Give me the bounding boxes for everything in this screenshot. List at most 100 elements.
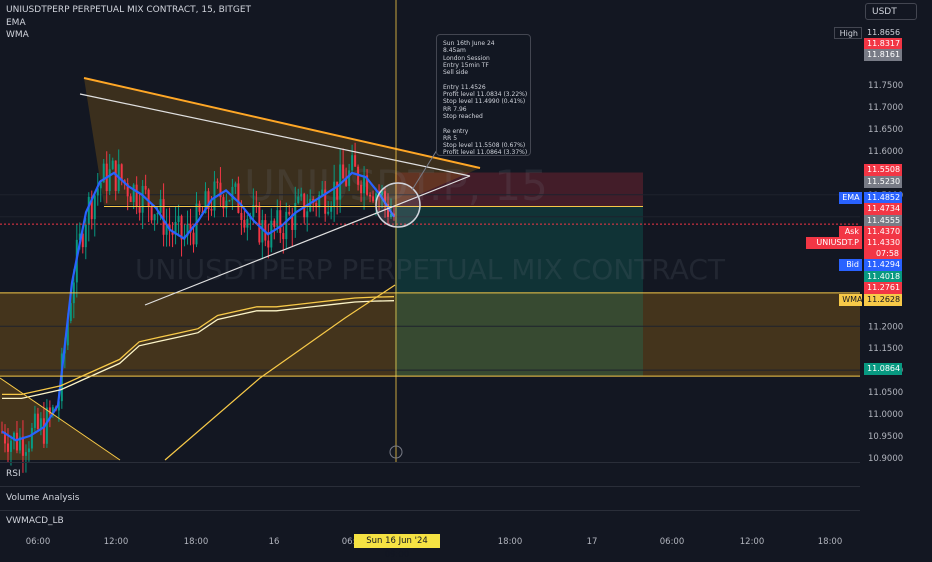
candle-body — [267, 240, 270, 248]
crosshair-time-label: Sun 16 Jun '24 09:00 — [354, 534, 440, 560]
y-tick-label: 11.7000 — [868, 103, 903, 113]
chart-title: UNIUSDTPERP PERPETUAL MIX CONTRACT, 15, … — [6, 5, 252, 15]
candle-body — [15, 432, 18, 451]
tooltip-line: Stop level 11.5508 (0.67%) — [443, 142, 526, 150]
price-tag-label: High — [833, 27, 862, 39]
tooltip-line: RR 7.96 — [443, 105, 467, 113]
x-tick-label: 06:00 — [26, 537, 51, 547]
candle-body — [132, 184, 135, 203]
y-tick-label: 10.9500 — [868, 432, 903, 442]
candle-body — [30, 427, 33, 449]
candle-body — [282, 233, 285, 240]
candle-body — [153, 214, 156, 221]
currency-button[interactable]: USDT — [865, 3, 917, 20]
price-tag-value: 11.2628 — [864, 294, 902, 306]
candle-body — [234, 183, 237, 187]
price-tag-value: 11.2761 — [864, 282, 902, 294]
candle-body — [93, 195, 96, 220]
tooltip-line: Sell side — [443, 69, 469, 77]
x-tick-label: 06:00 — [660, 537, 685, 547]
tooltip-line: Profit level 11.0834 (3.22%) — [443, 91, 528, 99]
price-tag-label: EMA — [839, 192, 862, 204]
x-tick-label: 12:00 — [740, 537, 765, 547]
price-tag-value: 11.4294 — [864, 259, 902, 271]
candle-body — [348, 170, 351, 186]
candle-body — [36, 413, 39, 430]
profit-zone — [395, 206, 643, 377]
candle-body — [279, 210, 282, 234]
indicator-wma-label[interactable]: WMA — [6, 30, 29, 40]
price-tag-label: Bid — [839, 259, 862, 271]
x-tick-label: 18:00 — [818, 537, 843, 547]
candle-body — [237, 183, 240, 213]
candle-body — [144, 185, 147, 190]
tooltip-line: 8.45am — [443, 47, 466, 55]
candle-body — [87, 196, 90, 225]
candle-body — [363, 175, 366, 194]
candle-body — [285, 211, 288, 240]
tooltip-line — [443, 76, 524, 83]
candle-body — [327, 211, 330, 214]
candle-body — [309, 198, 312, 212]
y-tick-label: 11.1500 — [868, 344, 903, 354]
candle-body — [147, 189, 150, 207]
price-tag-value: 11.0864 — [864, 363, 902, 375]
pane-volume-analysis[interactable]: Volume Analysis — [0, 486, 860, 510]
candle-body — [246, 218, 249, 228]
candle-body — [84, 224, 87, 248]
candle-body — [210, 209, 213, 211]
x-tick-label: 16 — [269, 537, 280, 547]
candle-body — [24, 452, 27, 456]
candle-body — [306, 211, 309, 218]
x-tick-label: 18:00 — [498, 537, 523, 547]
tooltip-line: Profit level 11.0864 (3.37%) — [443, 149, 528, 157]
x-tick-label: 18:00 — [184, 537, 209, 547]
candle-body — [42, 418, 45, 444]
tooltip-line: Stop level 11.4990 (0.41%) — [443, 98, 526, 106]
candle-body — [216, 181, 219, 183]
y-tick-label: 11.0500 — [868, 388, 903, 398]
candle-body — [228, 200, 231, 202]
candle-body — [135, 184, 138, 207]
tooltip-line: Entry 15min TF — [443, 61, 489, 69]
tooltip-line — [443, 120, 524, 127]
candle-body — [372, 196, 375, 202]
candle-body — [21, 436, 24, 456]
candle-body — [6, 443, 9, 452]
pane-vwmacd[interactable]: VWMACD_LB — [0, 510, 860, 532]
pane-rsi[interactable]: RSI — [0, 462, 860, 486]
indicator-ema-label[interactable]: EMA — [6, 18, 26, 28]
candle-body — [300, 193, 303, 197]
candle-body — [177, 215, 180, 222]
candle-body — [33, 413, 36, 428]
candle-body — [111, 160, 114, 170]
candle-body — [360, 184, 363, 194]
tooltip-line: Sun 16th June 24 — [443, 40, 495, 47]
candle-body — [294, 202, 297, 230]
candle-body — [255, 205, 258, 207]
candle-body — [141, 185, 144, 213]
tooltip-line: Entry 11.4526 — [443, 83, 486, 91]
watermark-name: UNIUSDTPERP PERPETUAL MIX CONTRACT — [135, 253, 726, 286]
y-tick-label: 10.9000 — [868, 454, 903, 464]
candle-body — [120, 164, 123, 181]
entry-circle-marker — [375, 182, 421, 228]
candle-body — [150, 206, 153, 221]
candle-body — [351, 155, 354, 171]
price-tag-value: 11.8161 — [864, 49, 902, 61]
price-tag-label: UNIUSDT.P — [805, 237, 862, 249]
candle-body — [192, 232, 195, 245]
price-tag-label: WMA — [839, 294, 862, 306]
candle-body — [369, 194, 372, 197]
tooltip-line: Re entry — [443, 127, 469, 135]
y-tick-label: 11.2000 — [868, 322, 903, 332]
candle-body — [330, 206, 333, 212]
y-tick-label: 11.6000 — [868, 147, 903, 157]
price-tag-value: 11.4734 — [864, 203, 902, 215]
tooltip-line: London Session — [443, 54, 490, 62]
candle-body — [198, 203, 201, 212]
trade-note-tooltip: Sun 16th June 24 8.45am London Session Entr… — [436, 34, 531, 156]
candle-body — [354, 155, 357, 167]
candle-body — [261, 220, 264, 243]
candle-body — [336, 181, 339, 200]
